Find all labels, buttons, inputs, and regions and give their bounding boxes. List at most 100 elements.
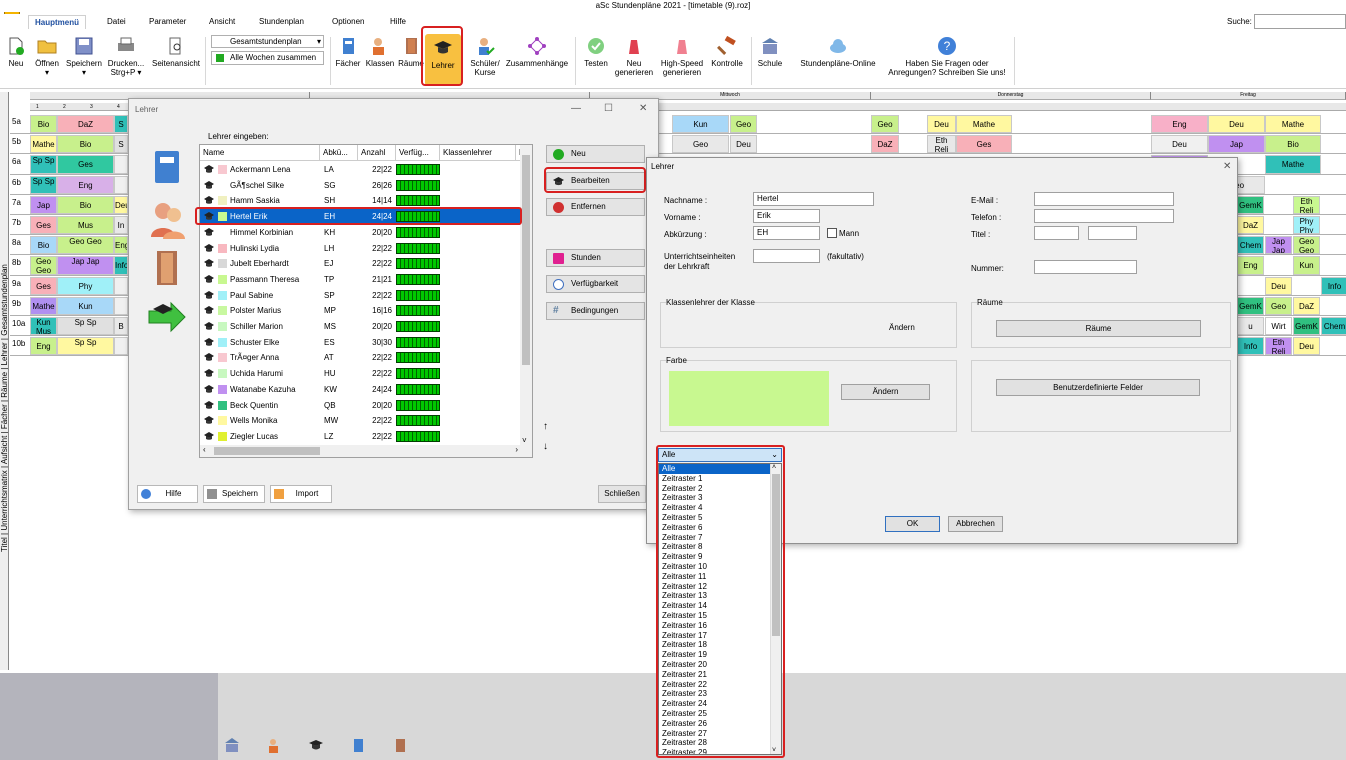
teacher-row[interactable]: Uchida Harumi HU 22|22 (200, 366, 520, 382)
lesson-cell[interactable]: DaZ (871, 135, 899, 154)
lesson-cell[interactable]: Geo (730, 115, 757, 134)
teacher-row[interactable]: Passmann Theresa TP 21|21 (200, 272, 520, 288)
chevron-left-icon[interactable]: ‹ (203, 445, 206, 454)
teacher-row[interactable]: Paul Sabine SP 22|22 (200, 288, 520, 304)
lesson-cell[interactable]: Mathe (1265, 155, 1321, 174)
lesson-cell[interactable]: Eth Reli (1293, 195, 1320, 214)
class-row-label[interactable]: 5b (10, 137, 28, 147)
lesson-cell[interactable]: Bio (1265, 135, 1321, 154)
lesson-cell[interactable]: Eth Reli (927, 135, 956, 154)
menu-parameter[interactable]: Parameter (149, 17, 186, 26)
menu-hauptmenue[interactable]: Hauptmenü (28, 15, 86, 29)
class-row-label[interactable]: 6b (10, 178, 28, 188)
seitenansicht-button[interactable]: Seitenansicht (149, 36, 203, 68)
teacher-row[interactable]: Polster Marius MP 16|16 (200, 303, 520, 319)
titel-field[interactable] (1034, 226, 1079, 240)
kontrolle-button[interactable]: Kontrolle (707, 36, 747, 68)
lesson-cell[interactable]: Kun (1293, 256, 1320, 275)
lesson-cell[interactable]: Phy Phy (1293, 216, 1320, 235)
lesson-cell[interactable]: Info (1237, 337, 1264, 356)
lesson-cell[interactable]: Deu (730, 135, 757, 154)
door-icon[interactable] (153, 249, 181, 287)
lesson-cell[interactable]: GemK (1293, 317, 1320, 336)
view-tabs[interactable]: Titel | Unterrichtsmatrix | Aufsicht | F… (0, 92, 9, 670)
lesson-cell[interactable]: Kun (672, 115, 729, 134)
lesson-cell[interactable]: Mathe (1265, 115, 1321, 134)
teacher-row[interactable]: Ackermann Lena LA 22|22 (200, 162, 520, 178)
raeume-button[interactable]: Räume (996, 320, 1201, 337)
arrow-cap-icon[interactable] (147, 301, 187, 335)
lesson-cell[interactable]: Bio (57, 195, 114, 214)
lesson-cell[interactable]: Deu (1151, 135, 1208, 154)
lesson-cell[interactable]: Ges (30, 216, 57, 235)
lesson-cell[interactable]: In (114, 216, 128, 235)
stunden-button[interactable]: Stunden (546, 249, 645, 267)
lesson-cell[interactable]: Deu (1293, 337, 1320, 356)
col-abk[interactable]: Abkü... (320, 145, 358, 161)
lesson-cell[interactable]: Wirt (1265, 317, 1292, 336)
col-klassenlehrer[interactable]: Klassenlehrer (440, 145, 516, 161)
lesson-cell[interactable]: Sp Sp (30, 155, 57, 174)
lesson-cell[interactable]: Eng (1151, 115, 1208, 134)
teacher-row[interactable]: Himmel Korbinian KH 20|20 (200, 225, 520, 241)
klassen-button[interactable]: Klassen (364, 36, 396, 68)
col-name[interactable]: Name (200, 145, 320, 161)
lesson-cell[interactable]: S (114, 135, 128, 154)
telefon-field[interactable] (1034, 209, 1174, 223)
move-up-icon[interactable]: ↑ (543, 421, 548, 432)
lesson-cell[interactable]: Phy (57, 276, 114, 295)
class-row-label[interactable]: 7a (10, 198, 28, 208)
menu-hilfe[interactable]: Hilfe (390, 17, 406, 26)
lesson-cell[interactable]: Geo Geo (1293, 236, 1320, 255)
lesson-cell[interactable]: DaZ (57, 115, 114, 134)
lesson-cell[interactable]: Info (1321, 276, 1346, 295)
teachers-icon[interactable] (149, 199, 187, 239)
lesson-cell[interactable]: Geo (871, 115, 899, 134)
email-field[interactable] (1034, 192, 1174, 206)
lesson-cell[interactable]: Deu (1208, 115, 1265, 134)
lesson-cell[interactable] (114, 276, 128, 295)
teacher-row[interactable]: GÃ¶schel Silke SG 26|26 (200, 178, 520, 194)
nummer-field[interactable] (1034, 260, 1137, 274)
lesson-cell[interactable]: Jap (1208, 135, 1265, 154)
lesson-cell[interactable]: Jap (30, 195, 57, 214)
class-row-label[interactable]: 5a (10, 117, 28, 127)
lesson-cell[interactable]: Mathe (30, 135, 57, 154)
col-anzahl[interactable]: Anzahl (358, 145, 396, 161)
graduation-cap-icon[interactable] (308, 737, 324, 753)
speichern-list-button[interactable]: Speichern (203, 485, 265, 503)
abk-field[interactable]: EH (753, 226, 820, 240)
teacher-row[interactable]: Schiller Marion MS 20|20 (200, 319, 520, 335)
teacher-row[interactable]: Hulinski Lydia LH 22|22 (200, 241, 520, 257)
zusammenhaenge-button[interactable]: Zusammenhänge (503, 36, 571, 68)
lesson-cell[interactable]: Eng (114, 236, 128, 255)
chevron-down-icon[interactable]: ˅ (522, 436, 527, 445)
lesson-cell[interactable]: Bio (30, 236, 57, 255)
lesson-cell[interactable]: DaZ (1237, 216, 1264, 235)
alle-wochen-select[interactable]: Alle Wochen zusammen (211, 51, 324, 65)
lesson-cell[interactable]: Mus (57, 216, 114, 235)
faecher-button[interactable]: Fächer (334, 36, 362, 68)
lesson-cell[interactable] (114, 175, 128, 194)
feedback-button[interactable]: ? Haben Sie Fragen oder Anregungen? Schrei… (880, 36, 1014, 77)
class-row-label[interactable]: 8b (10, 258, 28, 268)
nachname-field[interactable]: Hertel (753, 192, 874, 206)
lesson-cell[interactable]: S (114, 115, 128, 134)
import-button[interactable]: Import (270, 485, 332, 503)
lesson-cell[interactable]: Mathe (956, 115, 1012, 134)
lesson-cell[interactable]: Deu (1265, 276, 1292, 295)
lesson-cell[interactable]: Kun (57, 296, 114, 315)
lesson-cell[interactable]: Eng (1237, 256, 1264, 275)
teacher-table[interactable]: Name Abkü... Anzahl Verfüg... Klassenleh… (199, 144, 533, 458)
class-row-label[interactable]: 8a (10, 238, 28, 248)
teacher-row[interactable]: Beck Quentin QB 20|20 (200, 398, 520, 414)
class-row-label[interactable]: 9b (10, 299, 28, 309)
teacher-row[interactable]: Ziegler Lucas LZ 22|22 (200, 429, 520, 445)
lesson-cell[interactable]: Mathe (30, 296, 57, 315)
lesson-cell[interactable]: Geo (1265, 296, 1292, 315)
class-row-label[interactable]: 10b (10, 339, 28, 349)
lesson-cell[interactable]: Ges (956, 135, 1012, 154)
speichern-button[interactable]: Speichern ▾ (64, 36, 104, 77)
lesson-cell[interactable]: u (1237, 317, 1264, 336)
vertical-scrollbar[interactable]: ˅ (520, 145, 532, 445)
